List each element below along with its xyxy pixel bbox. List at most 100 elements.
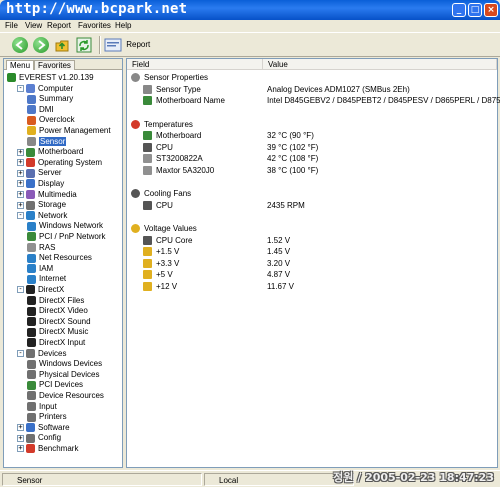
expand-icon[interactable]: + — [17, 159, 24, 167]
tree-item-pci-devices[interactable]: PCI Devices — [27, 380, 83, 390]
menu-file[interactable]: File — [5, 21, 18, 30]
tree-item-config[interactable]: + Config — [17, 433, 61, 443]
minimize-button[interactable]: _ — [452, 3, 466, 17]
tree-item-benchmark[interactable]: + Benchmark — [17, 444, 78, 454]
field-row[interactable]: Motherboard Name — [143, 96, 225, 106]
expand-icon[interactable]: + — [17, 148, 24, 156]
tree-item-label: Windows Network — [39, 221, 104, 231]
tree-item-sensor[interactable]: Sensor — [27, 136, 67, 147]
field-row[interactable]: Maxtor 5A320J0 — [143, 166, 214, 176]
column-header-value[interactable]: Value — [263, 59, 497, 70]
tree-item-label: Motherboard — [38, 147, 84, 157]
tree-item-devices[interactable]: - Devices — [17, 349, 66, 359]
field-row[interactable]: CPU — [143, 143, 173, 153]
maximize-button[interactable]: □ — [468, 3, 482, 17]
field-row[interactable]: +1.5 V — [143, 247, 179, 257]
close-button[interactable]: × — [484, 3, 498, 17]
menu-view[interactable]: View — [25, 21, 42, 30]
expand-icon[interactable]: + — [17, 190, 24, 198]
sensor-properties-icon — [131, 73, 140, 83]
tree-item-multimedia[interactable]: + Multimedia — [17, 190, 77, 200]
tree-item-ras[interactable]: RAS — [27, 243, 55, 253]
tree-item-internet[interactable]: Internet — [27, 274, 66, 284]
menu-favorites[interactable]: Favorites — [78, 21, 111, 30]
expand-icon[interactable]: + — [17, 201, 24, 209]
tree-item-windows-devices[interactable]: Windows Devices — [27, 359, 102, 369]
navigation-tree: EVEREST v1.20.139 - Computer Summary DMI Over… — [4, 71, 122, 467]
tree-item-directx-files[interactable]: DirectX Files — [27, 296, 84, 306]
field-row[interactable]: CPU Core — [143, 236, 192, 246]
tree-item-printers[interactable]: Printers — [27, 412, 67, 422]
tree-item-windows-network[interactable]: Windows Network — [27, 221, 103, 231]
tree-item-storage[interactable]: + Storage — [17, 200, 66, 210]
field-value: 4.87 V — [267, 270, 291, 279]
field-row[interactable]: +5 V — [143, 270, 173, 280]
tree-item-network[interactable]: - Network — [17, 211, 67, 221]
tree-item-everest-v1-20-139[interactable]: EVEREST v1.20.139 — [7, 73, 94, 83]
watermark-timestamp: 2005-02-23 18:47:23 — [365, 471, 494, 484]
tree-item-power-management[interactable]: Power Management — [27, 126, 111, 136]
windows-network-icon — [27, 221, 36, 231]
field-row[interactable]: ST3200822A — [143, 154, 203, 164]
tree-item-directx-music[interactable]: DirectX Music — [27, 327, 88, 337]
tree-item-iam[interactable]: IAM — [27, 264, 53, 274]
tree-item-input[interactable]: Input — [27, 402, 57, 412]
tree-item-label: Operating System — [38, 157, 103, 167]
menu-help[interactable]: Help — [115, 21, 131, 30]
collapse-icon[interactable]: - — [17, 212, 24, 220]
expand-icon[interactable]: + — [17, 169, 24, 177]
back-arrow-icon — [15, 40, 23, 50]
section-sensor-properties: Sensor Properties — [131, 73, 208, 83]
field-row[interactable]: CPU — [143, 201, 173, 211]
tree-item-label: Computer — [38, 83, 74, 93]
input-icon — [27, 401, 36, 411]
collapse-icon[interactable]: - — [17, 84, 24, 92]
tree-item-directx[interactable]: - DirectX — [17, 285, 64, 295]
tree-item-software[interactable]: + Software — [17, 423, 70, 433]
expand-icon[interactable]: + — [17, 445, 24, 453]
tree-item-display[interactable]: + Display — [17, 179, 64, 189]
tree-item-server[interactable]: + Server — [17, 168, 62, 178]
tree-item-overclock[interactable]: Overclock — [27, 115, 75, 125]
tree-item-net-resources[interactable]: Net Resources — [27, 253, 92, 263]
field-row[interactable]: Sensor Type — [143, 85, 201, 95]
tree-item-operating-system[interactable]: + Operating System — [17, 158, 102, 168]
tree-item-pci-pnp-network[interactable]: PCI / PnP Network — [27, 232, 106, 242]
up-button[interactable] — [54, 37, 70, 53]
collapse-icon[interactable]: - — [17, 349, 24, 357]
devices-icon — [26, 348, 35, 358]
menu-report[interactable]: Report — [47, 21, 71, 30]
folder-up-icon — [55, 40, 69, 52]
tree-item-motherboard[interactable]: + Motherboard — [17, 147, 83, 157]
directx-icon — [26, 285, 35, 295]
section-title: Voltage Values — [144, 224, 197, 233]
tree-item-physical-devices[interactable]: Physical Devices — [27, 370, 99, 380]
field-row[interactable]: +3.3 V — [143, 259, 179, 269]
expand-icon[interactable]: + — [17, 180, 24, 188]
back-button[interactable] — [12, 37, 28, 53]
refresh-button[interactable] — [76, 37, 92, 53]
ras-icon — [27, 242, 36, 252]
tree-item-label: Summary — [39, 94, 74, 104]
tree-item-label: DirectX Sound — [39, 316, 91, 326]
field-row[interactable]: Motherboard — [143, 131, 201, 141]
field-row[interactable]: +12 V — [143, 282, 177, 292]
tree-item-directx-sound[interactable]: DirectX Sound — [27, 317, 91, 327]
tree-item-device-resources[interactable]: Device Resources — [27, 391, 104, 401]
section-temperatures: Temperatures — [131, 120, 193, 130]
collapse-icon[interactable]: - — [17, 286, 24, 294]
tab-favorites[interactable]: Favorites — [34, 60, 75, 70]
tree-item-summary[interactable]: Summary — [27, 94, 73, 104]
column-header-field[interactable]: Field — [127, 59, 263, 70]
expand-icon[interactable]: + — [17, 434, 24, 442]
forward-button[interactable] — [33, 37, 49, 53]
tab-menu[interactable]: Menu — [6, 60, 35, 70]
tree-item-label: Printers — [39, 412, 67, 422]
expand-icon[interactable]: + — [17, 424, 24, 432]
report-button[interactable]: Report — [104, 37, 150, 53]
tree-item-directx-input[interactable]: DirectX Input — [27, 338, 85, 348]
tree-item-directx-video[interactable]: DirectX Video — [27, 306, 88, 316]
tree-item-dmi[interactable]: DMI — [27, 105, 54, 115]
tree-item-label: EVEREST v1.20.139 — [19, 73, 94, 82]
tree-item-computer[interactable]: - Computer — [17, 84, 73, 94]
